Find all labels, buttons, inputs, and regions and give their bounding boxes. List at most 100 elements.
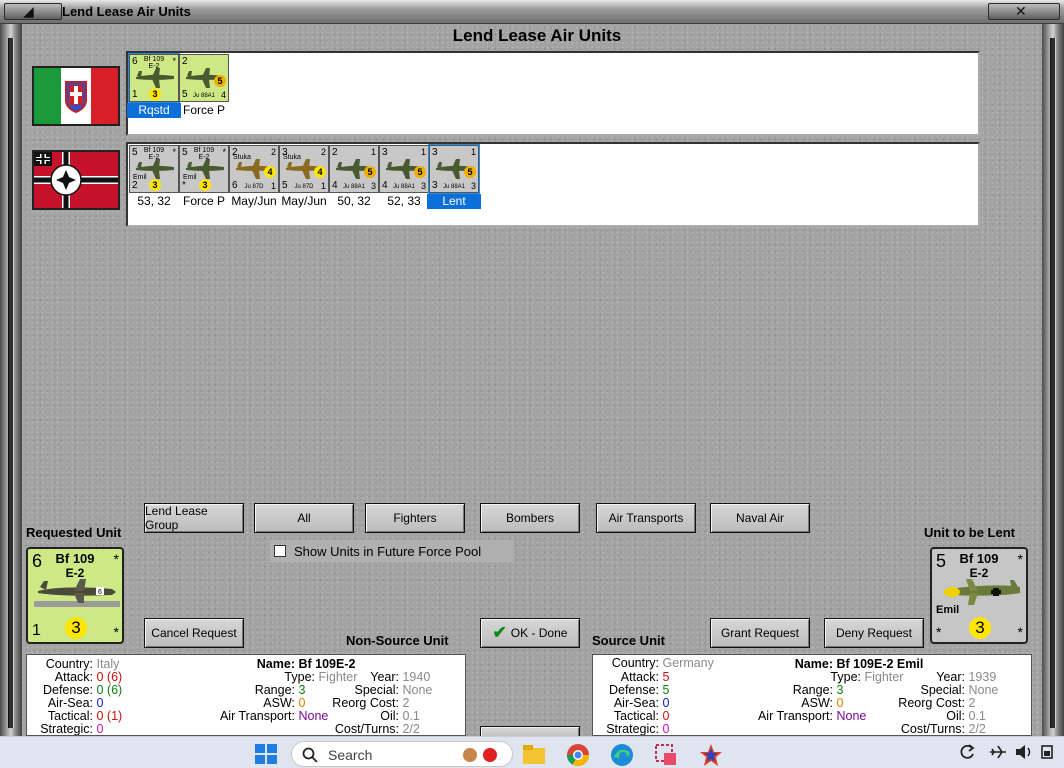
requested-unit-counter[interactable]: 6 * Bf 109 E-2 6 1 3 * <box>26 547 124 644</box>
cancel-request-button[interactable]: Cancel Request <box>144 618 244 648</box>
lend-lease-group-button[interactable]: Lend Lease Group <box>144 503 244 533</box>
air-transports-filter-button[interactable]: Air Transports <box>596 503 696 533</box>
germany-units-panel[interactable]: 5 Bf 109 E-2 * Emil 2 3 53, 32 5 Bf 109 E-2 * Emil * 3… <box>126 142 980 227</box>
italy-unit[interactable]: 6 Bf 109 E-2 * 1 3 Rqstd <box>127 53 181 122</box>
counter-value: 5 <box>214 75 226 87</box>
counter-subname: Emil <box>936 604 960 616</box>
snipping-tool-icon[interactable] <box>654 743 678 767</box>
air-transport-value: None <box>298 709 329 723</box>
germany-unit[interactable]: 5 Bf 109 E-2 * Emil 2 3 53, 32 <box>129 145 179 213</box>
unit-label: May/Jun <box>281 194 327 208</box>
savoy-shield-icon <box>65 81 87 114</box>
fighters-filter-button[interactable]: Fighters <box>365 503 465 533</box>
refresh-icon[interactable] <box>958 743 976 761</box>
germany-unit[interactable]: 2 2 Stuka 6 Ju 87D 1 4 May/Jun <box>229 145 279 213</box>
counter-value: 4 <box>314 166 326 178</box>
chrome-icon[interactable] <box>566 743 590 767</box>
counter-bottom-right: * <box>1017 624 1023 640</box>
counter-top-right: * <box>172 56 176 66</box>
airplane-mode-icon[interactable] <box>988 743 1008 761</box>
unit-label: Lent <box>427 194 481 209</box>
cost-turns-key: Cost/Turns: <box>900 722 965 736</box>
checkmark-icon: ✔ <box>492 623 507 642</box>
germany-flag <box>32 150 120 210</box>
germany-unit[interactable]: 2 1 4 Ju 88A1 3 5 50, 32 <box>329 145 379 213</box>
volume-icon[interactable] <box>1014 743 1034 761</box>
cost-turns-key: Cost/Turns: <box>334 722 399 736</box>
plane-icon <box>136 68 174 88</box>
counter-bottom-left: * <box>936 624 942 640</box>
unit-counter[interactable]: 5 Bf 109 E-2 * Emil 2 3 <box>129 145 179 193</box>
unit-counter[interactable]: 2 1 4 Ju 88A1 3 5 <box>329 145 379 193</box>
taskbar-search-input[interactable]: Search <box>291 741 513 767</box>
grant-request-button[interactable]: Grant Request <box>710 618 810 648</box>
unit-counter[interactable]: 5 Bf 109 E-2 * Emil * 3 <box>179 145 229 193</box>
counter-top-left: 3 <box>432 147 438 158</box>
source-info-panel: Country: Germany Attack: 5 Defense: 5 Ai… <box>592 654 1032 736</box>
unit-label: 50, 32 <box>337 194 371 208</box>
naval-air-filter-button[interactable]: Naval Air <box>710 503 810 533</box>
all-filter-button[interactable]: All <box>254 503 354 533</box>
counter-top-left: 2 <box>182 56 188 67</box>
counter-bottom-right: * <box>113 624 119 640</box>
counter-value: 3 <box>199 179 211 191</box>
unit-counter[interactable]: 6 Bf 109 E-2 * 1 3 <box>128 53 180 103</box>
italy-units-panel[interactable]: 6 Bf 109 E-2 * 1 3 Rqstd 2 5 Ju 88A1 4 5 Force P <box>126 51 980 136</box>
counter-top-left: 2 <box>332 147 338 158</box>
germany-unit[interactable]: 3 1 4 Ju 88A1 3 5 52, 33 <box>379 145 429 213</box>
counter-top-right: * <box>172 147 176 157</box>
unit-counter[interactable]: 3 1 4 Ju 88A1 3 5 <box>379 145 429 193</box>
non-source-info-panel: Country: Italy Attack: 0 (6) Defense: 0 … <box>26 654 466 736</box>
counter-bottom-right: 3 <box>470 181 476 191</box>
page-title: Lend Lease Air Units <box>452 26 622 45</box>
checkbox-box[interactable] <box>274 545 286 557</box>
window-menu-icon: ◢ <box>23 3 34 19</box>
lend-lease-window: ◢ Lend Lease Air Units ✕ Lend Lease Air … <box>0 0 1064 736</box>
counter-name: Bf 109 <box>959 551 999 566</box>
ok-done-button[interactable]: ✔ OK - Done <box>480 618 580 648</box>
counter-value: 4 <box>264 166 276 178</box>
search-icon <box>302 747 318 763</box>
counter-value: 5 <box>464 166 476 178</box>
germany-unit[interactable]: 5 Bf 109 E-2 * Emil * 3 Force P <box>179 145 229 213</box>
unit-counter[interactable]: 3 1 3 Ju 88A1 3 5 <box>428 144 480 194</box>
counter-top-right: 1 <box>470 147 476 157</box>
unit-to-be-lent-label: Unit to be Lent <box>924 525 1015 540</box>
defense-extra: (6) <box>106 683 123 697</box>
battery-icon[interactable] <box>1040 743 1060 761</box>
windows-start-icon[interactable] <box>254 743 278 765</box>
unit-counter[interactable]: 2 5 Ju 88A1 4 5 <box>179 54 229 102</box>
lent-unit-counter[interactable]: 5 * Bf 109 E-2 Emil * 3 * <box>930 547 1028 644</box>
requested-unit-label: Requested Unit <box>26 525 122 540</box>
plane-icon <box>186 159 224 179</box>
air-transport-key: Air Transport: <box>219 709 295 723</box>
game-app-icon[interactable] <box>698 743 724 768</box>
show-future-units-checkbox[interactable]: Show Units in Future Force Pool <box>270 540 514 562</box>
bombers-filter-button[interactable]: Bombers <box>480 503 580 533</box>
edge-icon[interactable] <box>610 743 634 767</box>
counter-name: Bf 109 <box>143 147 165 154</box>
unit-counter[interactable]: 3 2 Stuka 5 Ju 87D 1 4 <box>279 145 329 193</box>
italy-unit[interactable]: 2 5 Ju 88A1 4 5 Force P <box>179 54 229 122</box>
taskbar: Search <box>0 736 1064 768</box>
air-transport-value: None <box>836 709 867 723</box>
window-menu-button[interactable]: ◢ <box>4 3 62 20</box>
cost-turns-value: 2/2 <box>968 722 986 736</box>
unit-label: 53, 32 <box>137 194 171 208</box>
title-bar: ◢ Lend Lease Air Units ✕ <box>0 0 1064 24</box>
deny-request-button[interactable]: Deny Request <box>824 618 924 648</box>
counter-name: Bf 109 <box>193 147 215 154</box>
counter-bottom-right: 1 <box>320 181 326 191</box>
cost-turns-value: 2/2 <box>402 722 420 736</box>
file-explorer-icon[interactable] <box>522 743 546 765</box>
name-key: Name: <box>256 657 295 671</box>
window-close-button[interactable]: ✕ <box>988 3 1060 20</box>
unit-counter[interactable]: 2 2 Stuka 6 Ju 87D 1 4 <box>229 145 279 193</box>
close-icon: ✕ <box>1015 3 1027 19</box>
hidden-button[interactable] <box>480 726 580 736</box>
strategic-key: Strategic: <box>606 722 659 736</box>
war-ensign-icon <box>34 152 118 208</box>
italy-flag <box>32 66 120 126</box>
germany-unit[interactable]: 3 2 Stuka 5 Ju 87D 1 4 May/Jun <box>279 145 329 213</box>
germany-unit[interactable]: 3 1 3 Ju 88A1 3 5 Lent <box>427 144 481 213</box>
